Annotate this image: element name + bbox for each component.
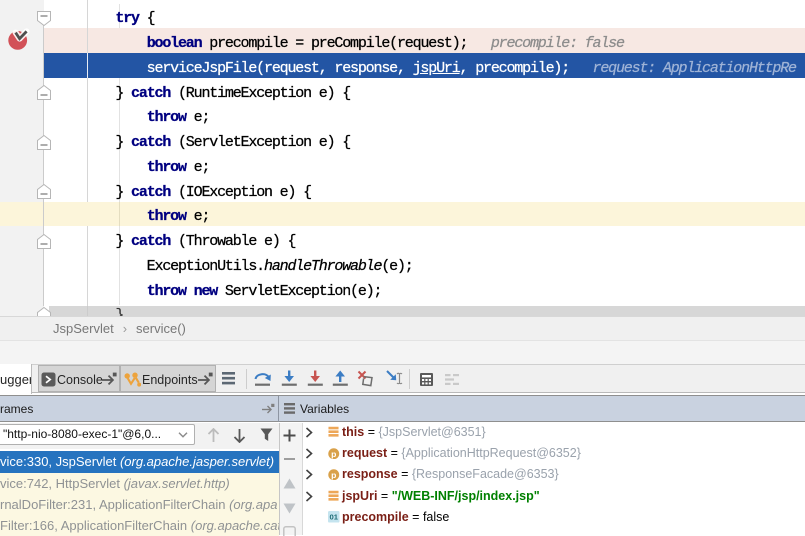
svg-text:01: 01 <box>329 513 338 522</box>
svg-text:p: p <box>331 448 336 458</box>
svg-text:p: p <box>331 470 336 480</box>
